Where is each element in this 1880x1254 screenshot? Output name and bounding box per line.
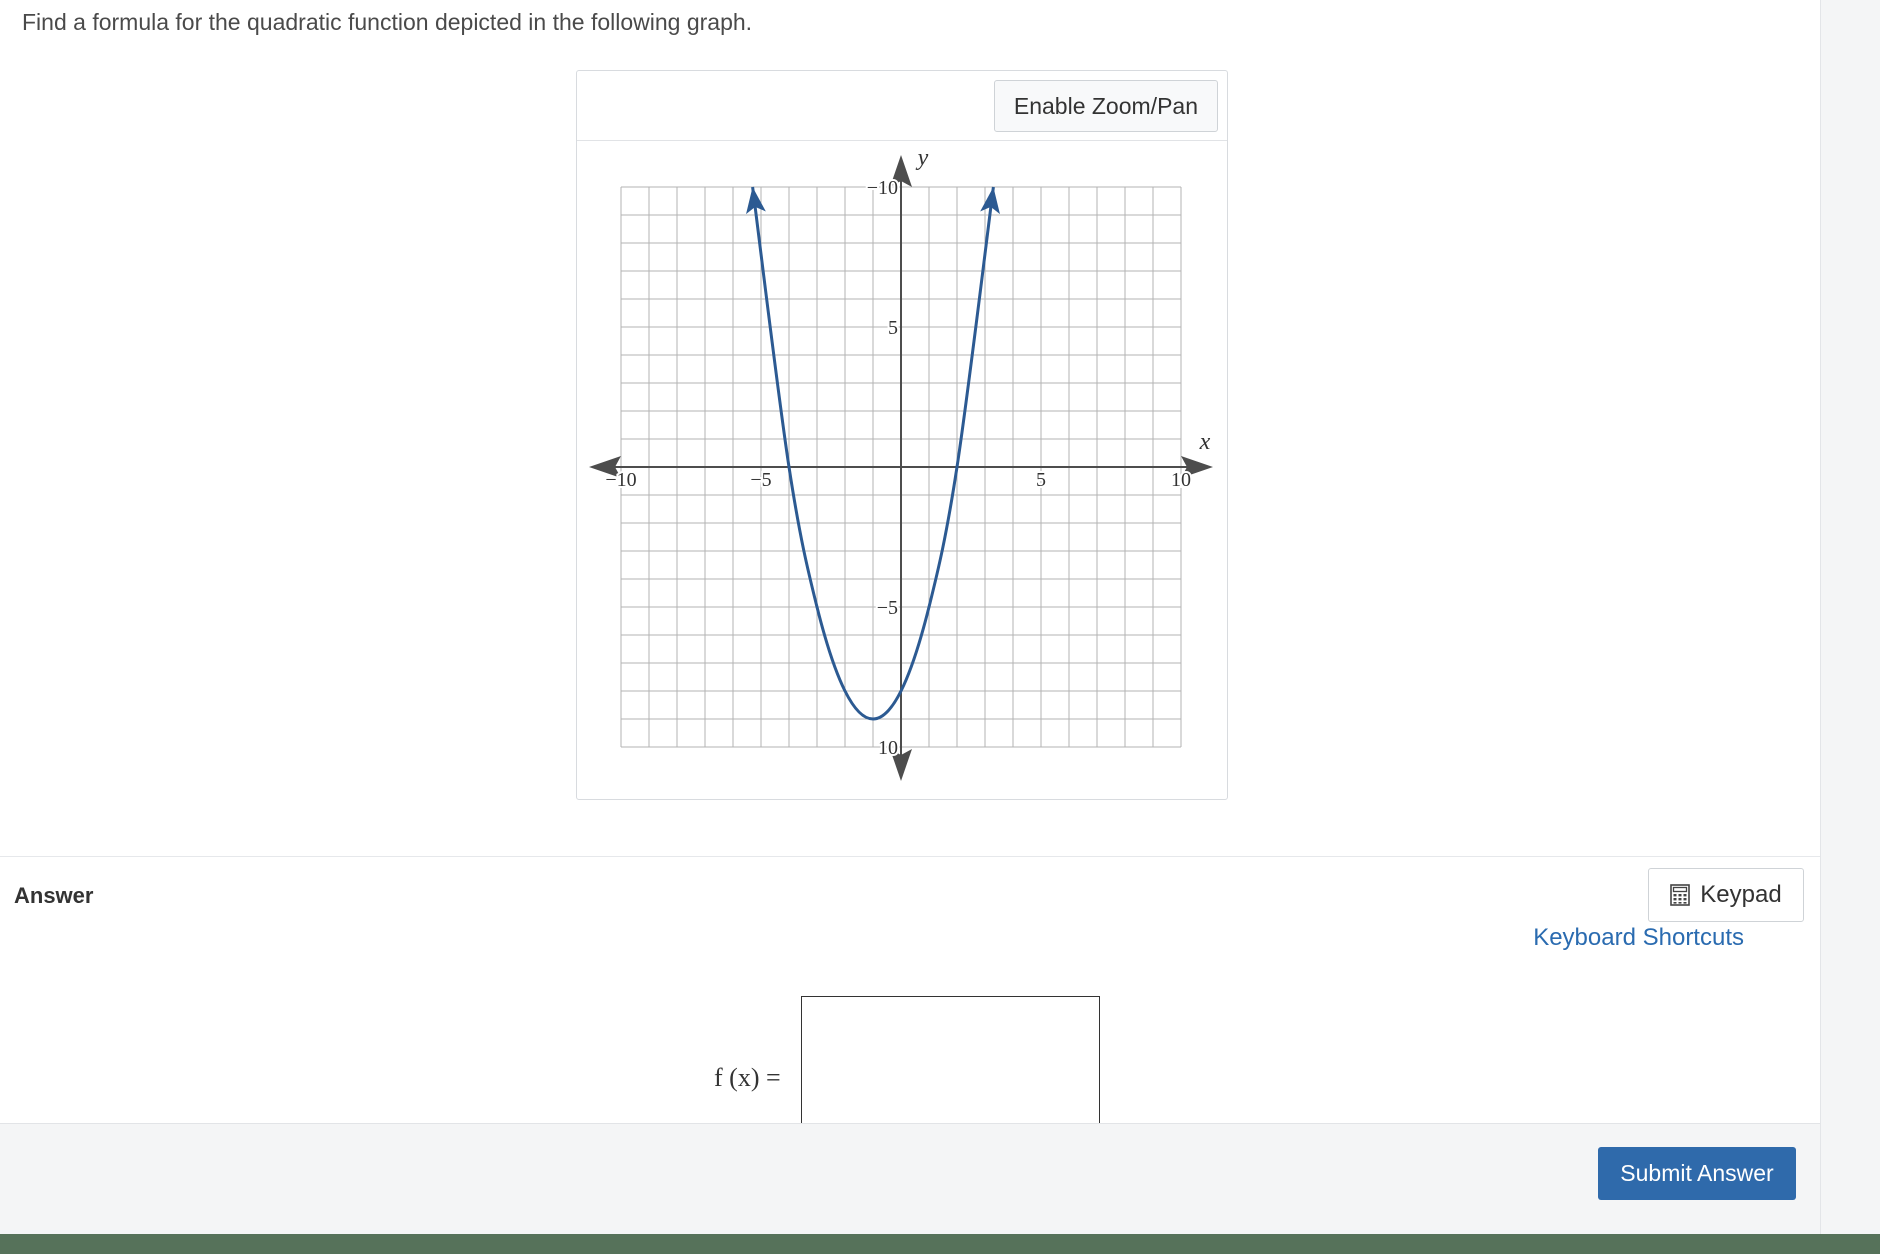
question-text: Find a formula for the quadratic functio… bbox=[22, 9, 753, 35]
x-axis-label: x bbox=[1199, 429, 1211, 455]
y-tick-label: −10 bbox=[867, 177, 898, 199]
submit-answer-button[interactable]: Submit Answer bbox=[1598, 1147, 1796, 1200]
y-axis-label: y bbox=[916, 145, 929, 171]
y-tick-label: −5 bbox=[877, 597, 898, 619]
bottom-bar bbox=[0, 1234, 1880, 1254]
answer-title: Answer bbox=[14, 883, 94, 908]
x-tick-label: 10 bbox=[1171, 469, 1191, 491]
right-gutter bbox=[1820, 0, 1880, 1234]
footer-bar bbox=[0, 1123, 1820, 1234]
y-tick-label: 10 bbox=[878, 737, 898, 759]
y-tick-label: 5 bbox=[888, 317, 898, 339]
answer-input[interactable] bbox=[801, 996, 1100, 1124]
keypad-button-label: Keypad bbox=[1700, 881, 1782, 908]
graph-toolbar: Enable Zoom/Pan bbox=[577, 71, 1227, 141]
x-tick-label: −5 bbox=[750, 469, 771, 491]
enable-zoom-pan-button[interactable]: Enable Zoom/Pan bbox=[993, 80, 1218, 132]
quadratic-graph: −10 −5 5 10 10 5 −5 −10 x y bbox=[589, 145, 1213, 781]
keypad-button[interactable]: Keypad bbox=[1648, 868, 1804, 922]
calculator-icon bbox=[1670, 884, 1691, 906]
question-page: Find a formula for the quadratic functio… bbox=[0, 0, 1820, 1254]
function-label: f (x) = bbox=[714, 1063, 781, 1092]
answer-divider bbox=[0, 856, 1820, 857]
graph-panel: Enable Zoom/Pan −10 −5 5 10 10 5 −5 −10 x y bbox=[576, 70, 1228, 800]
x-tick-label: −10 bbox=[605, 469, 636, 491]
x-tick-label: 5 bbox=[1036, 469, 1046, 491]
keyboard-shortcuts-link[interactable]: Keyboard Shortcuts bbox=[1533, 924, 1744, 952]
